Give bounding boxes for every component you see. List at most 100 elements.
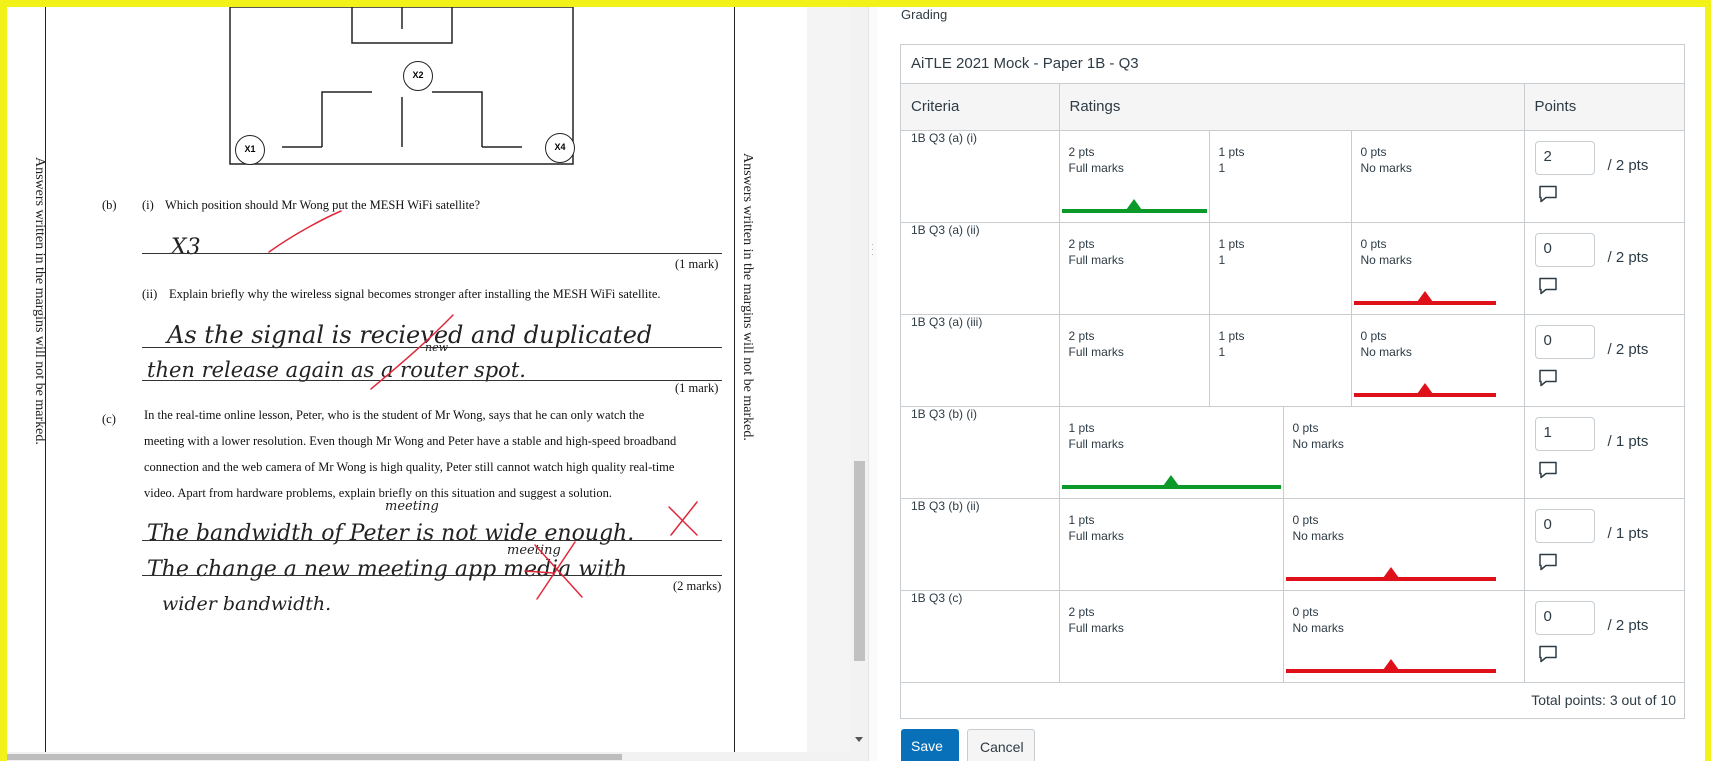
points-input[interactable]: 1 (1534, 416, 1595, 451)
rating-option[interactable]: 2 pts Full marks (1060, 590, 1284, 682)
drag-handle-icon: · · · (871, 239, 874, 259)
criterion-cell: 1B Q3 (a) (ii) (901, 222, 1060, 315)
points-max: / 1 pts (1607, 524, 1649, 542)
rating-points: 2 pts (1068, 144, 1095, 159)
criterion-label: 1B Q3 (b) (ii) (911, 498, 980, 513)
cancel-button[interactable]: Cancel (967, 729, 1035, 761)
points-header: Points (1523, 84, 1684, 131)
points-cell: 0 / 2 pts (1523, 590, 1684, 682)
pane-resize-handle[interactable]: · · · (868, 7, 877, 761)
rating-points: 0 pts (1360, 328, 1387, 343)
rating-description: 1 (1218, 344, 1226, 359)
window-frame: Answers written in the margins will not … (7, 7, 1705, 761)
grading-panel: Grading AiTLE 2021 Mock - Paper 1B - Q3 … (877, 7, 1705, 761)
rubric-row: 1B Q3 (b) (i) 1 pts Full marks 0 pts No mark… (901, 406, 1684, 499)
add-comment-icon[interactable] (1538, 645, 1558, 663)
rating-option[interactable]: 1 pts Full marks (1060, 498, 1284, 590)
rating-points: 1 pts (1218, 236, 1245, 251)
criterion-label: 1B Q3 (a) (iii) (911, 314, 983, 329)
criteria-header: Criteria (901, 84, 1060, 131)
scroll-down-arrow-icon[interactable] (855, 737, 863, 742)
rating-points: 2 pts (1068, 604, 1095, 619)
rubric-row: 1B Q3 (b) (ii) 1 pts Full marks 0 pts No mar… (901, 498, 1684, 591)
rating-points: 1 pts (1068, 512, 1095, 527)
points-input[interactable]: 2 (1534, 140, 1595, 175)
points-cell: 0 / 2 pts (1523, 222, 1684, 315)
rating-option[interactable]: 1 pts 1 (1210, 222, 1352, 314)
rating-option[interactable]: 0 pts No marks (1352, 223, 1498, 314)
rating-points: 2 pts (1068, 236, 1095, 251)
rubric-table: Criteria Ratings Points 1B Q3 (a) (i) 2 p… (901, 84, 1684, 682)
ratings-header: Ratings (1059, 84, 1524, 131)
rating-option[interactable]: 0 pts No marks (1284, 499, 1498, 590)
rating-option[interactable]: 1 pts Full marks (1060, 406, 1284, 498)
add-comment-icon[interactable] (1538, 461, 1558, 479)
rating-points: 1 pts (1218, 328, 1245, 343)
scrollbar-thumb[interactable] (854, 461, 865, 661)
criterion-label: 1B Q3 (a) (i) (911, 130, 978, 145)
selected-rating-marker-icon (1416, 290, 1433, 302)
grading-section-label: Grading (901, 7, 948, 22)
rating-points: 1 pts (1068, 420, 1095, 435)
rating-description: No marks (1360, 160, 1412, 175)
rating-option[interactable]: 0 pts No marks (1352, 131, 1498, 222)
ratings-cell: 2 pts Full marks 1 pts 1 0 pts No marks (1059, 222, 1524, 315)
criterion-cell: 1B Q3 (b) (i) (901, 406, 1060, 499)
criterion-cell: 1B Q3 (a) (i) (901, 130, 1060, 223)
rating-description: No marks (1360, 252, 1412, 267)
teacher-annotations (268, 210, 698, 600)
points-input[interactable]: 0 (1534, 324, 1595, 359)
selected-rating-marker-icon (1382, 566, 1399, 578)
points-input[interactable]: 0 (1534, 232, 1595, 267)
rating-option[interactable]: 0 pts No marks (1284, 591, 1498, 682)
add-comment-icon[interactable] (1538, 185, 1558, 203)
criterion-label: 1B Q3 (b) (i) (911, 406, 978, 421)
selected-rating-marker-icon (1163, 474, 1179, 486)
rating-option[interactable]: 1 pts 1 (1210, 130, 1352, 222)
document-vertical-scrollbar[interactable] (851, 7, 868, 761)
rating-description: No marks (1292, 528, 1344, 543)
add-comment-icon[interactable] (1538, 277, 1558, 295)
scrollbar-thumb[interactable] (7, 754, 622, 760)
add-comment-icon[interactable] (1538, 553, 1558, 571)
document-horizontal-scrollbar[interactable] (7, 752, 851, 761)
rating-description: 1 (1218, 160, 1226, 175)
rating-option[interactable]: 1 pts 1 (1210, 314, 1352, 406)
criterion-label: 1B Q3 (a) (ii) (911, 222, 980, 237)
points-max: / 2 pts (1607, 616, 1649, 634)
rating-description: No marks (1360, 344, 1412, 359)
points-max: / 2 pts (1607, 248, 1649, 266)
rubric: AiTLE 2021 Mock - Paper 1B - Q3 Criteria… (900, 44, 1685, 719)
save-button[interactable]: Save (901, 729, 959, 761)
rating-description: Full marks (1068, 620, 1124, 635)
rating-option[interactable]: 0 pts No marks (1352, 315, 1498, 406)
rating-option[interactable]: 2 pts Full marks (1060, 130, 1210, 222)
criterion-cell: 1B Q3 (c) (901, 590, 1060, 682)
rating-description: No marks (1292, 620, 1344, 635)
rubric-row: 1B Q3 (c) 2 pts Full marks 0 pts No marks 0/ … (901, 590, 1684, 682)
ratings-cell: 1 pts Full marks 0 pts No marks (1059, 406, 1524, 499)
add-comment-icon[interactable] (1538, 369, 1558, 387)
rating-option[interactable]: 2 pts Full marks (1060, 222, 1210, 314)
selected-rating-marker-icon (1416, 382, 1433, 394)
criterion-cell: 1B Q3 (b) (ii) (901, 498, 1060, 591)
rating-points: 0 pts (1292, 420, 1319, 435)
points-cell: 2 / 2 pts (1523, 130, 1684, 223)
rating-description: Full marks (1068, 160, 1124, 175)
ratings-cell: 2 pts Full marks 1 pts 1 0 pts No marks (1059, 130, 1524, 223)
criterion-cell: 1B Q3 (a) (iii) (901, 314, 1060, 407)
rating-option[interactable]: 2 pts Full marks (1060, 314, 1210, 406)
selected-rating-marker-icon (1126, 198, 1142, 210)
points-input[interactable]: 0 (1534, 508, 1595, 543)
rating-description: Full marks (1068, 528, 1124, 543)
points-input[interactable]: 0 (1534, 600, 1595, 635)
rating-option[interactable]: 0 pts No marks (1284, 407, 1498, 498)
rating-description: Full marks (1068, 436, 1124, 451)
rating-points: 1 pts (1218, 144, 1245, 159)
ratings-cell: 1 pts Full marks 0 pts No marks (1059, 498, 1524, 591)
criterion-label: 1B Q3 (c) (911, 590, 963, 605)
rubric-title: AiTLE 2021 Mock - Paper 1B - Q3 (901, 45, 1684, 84)
selected-rating-marker-icon (1382, 658, 1399, 670)
points-max: / 2 pts (1607, 156, 1649, 174)
rubric-row: 1B Q3 (a) (iii) 2 pts Full marks 1 pts 1 0 pt… (901, 314, 1684, 407)
